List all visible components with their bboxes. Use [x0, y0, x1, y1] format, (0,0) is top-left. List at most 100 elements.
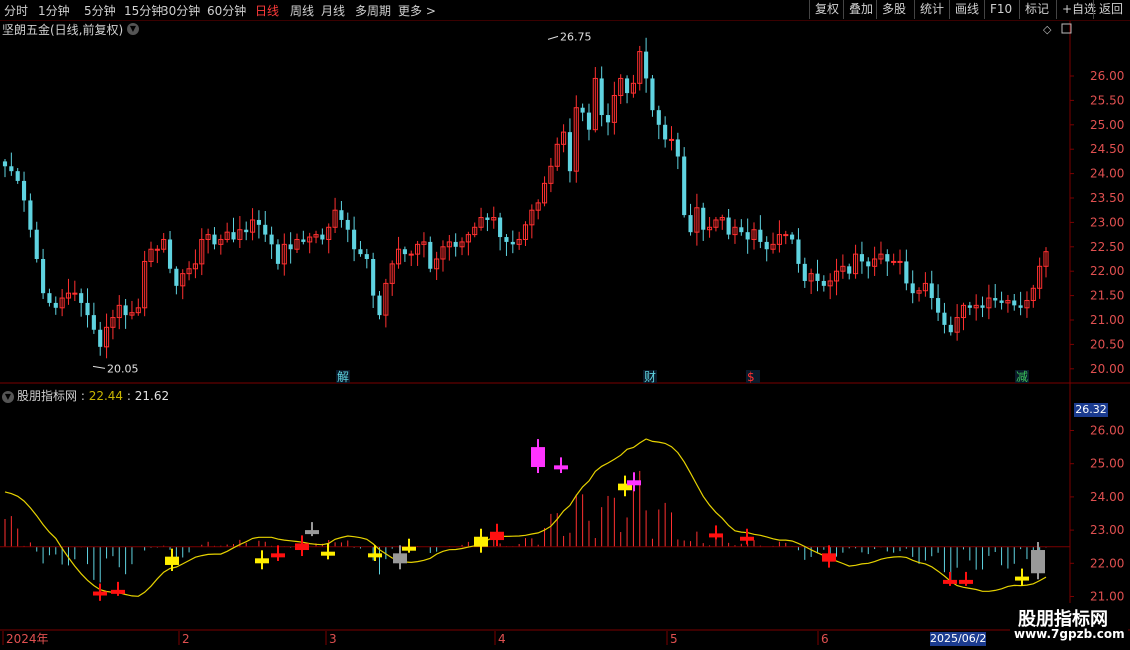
- period-tab-2[interactable]: 5分钟: [84, 2, 116, 19]
- candle-body: [821, 280, 826, 286]
- ind-tick-label: 23.00: [1090, 523, 1124, 537]
- candle-body: [79, 293, 84, 303]
- candle-body: [358, 249, 363, 255]
- candle-body: [904, 261, 909, 284]
- ind-tick-label: 22.00: [1090, 556, 1124, 570]
- y-tick-label: 23.50: [1090, 191, 1124, 205]
- candle-body: [663, 124, 668, 140]
- candle-body: [580, 107, 585, 113]
- site-watermark: 股朋指标网 www.7gpzb.com: [1010, 603, 1128, 647]
- y-tick-label: 24.50: [1090, 142, 1124, 156]
- period-tab-7[interactable]: 周线: [290, 2, 314, 19]
- candle-body: [656, 110, 661, 125]
- candle-body: [1012, 300, 1017, 306]
- period-tab-10[interactable]: 更多 >: [398, 2, 436, 19]
- y-tick-label: 22.50: [1090, 240, 1124, 254]
- y-tick-label: 20.00: [1090, 362, 1124, 376]
- signal-block: [474, 536, 488, 547]
- candle-body: [859, 254, 864, 262]
- price-chart[interactable]: 26.00 25.50 25.00 24.50 24.00 23.50 23.00 22.50…: [0, 20, 1130, 650]
- low-label: 20.05: [107, 362, 139, 375]
- candle-body: [123, 305, 128, 316]
- candle-body: [815, 273, 820, 281]
- candle-body: [2, 161, 8, 167]
- signal-block: [822, 553, 836, 562]
- candle-body: [364, 254, 369, 259]
- y-tick-label: 23.00: [1090, 215, 1124, 229]
- signal-block: [531, 447, 545, 468]
- signal-block: [93, 591, 107, 596]
- x-tick-label: 2: [182, 632, 190, 646]
- toolbar-button-4[interactable]: 画线: [949, 0, 984, 19]
- ind-tick-label: 26.00: [1090, 424, 1124, 438]
- y-tick-label: 22.00: [1090, 264, 1124, 278]
- candle-body: [967, 305, 972, 308]
- event-marker: $: [747, 370, 755, 384]
- y-tick-label: 24.00: [1090, 167, 1124, 181]
- candle-body: [377, 295, 382, 316]
- signal-block: [368, 553, 382, 558]
- indicator-value-2: 21.62: [134, 389, 170, 403]
- x-tick-label: 2024年: [6, 632, 49, 646]
- candle-body: [624, 78, 630, 94]
- signal-block: [111, 589, 125, 594]
- candle-body: [352, 229, 357, 250]
- toolbar-button-0[interactable]: 复权: [809, 0, 844, 19]
- candle-body: [485, 217, 490, 220]
- candle-body: [85, 302, 90, 316]
- candle-body: [942, 312, 947, 325]
- candle-body: [174, 268, 179, 286]
- ind-tick-label: 25.00: [1090, 457, 1124, 471]
- signal-block: [393, 553, 407, 564]
- candle-body: [783, 234, 789, 237]
- period-tab-1[interactable]: 1分钟: [38, 2, 70, 19]
- candle-body: [275, 244, 281, 264]
- candle-body: [726, 217, 731, 235]
- candle-body: [288, 244, 293, 250]
- candle-body: [402, 249, 407, 255]
- toolbar-button-1[interactable]: 叠加: [843, 0, 878, 19]
- signal-block: [165, 556, 179, 565]
- toolbar-button-3[interactable]: 统计: [914, 0, 949, 19]
- candle-body: [510, 241, 515, 245]
- y-tick-label: 21.00: [1090, 313, 1124, 327]
- candle-body: [244, 229, 249, 233]
- candle-body: [999, 300, 1004, 303]
- candle-body: [866, 261, 871, 267]
- period-tab-6[interactable]: 日线: [255, 2, 279, 19]
- candle-body: [47, 293, 52, 303]
- candle-body: [167, 239, 173, 269]
- toolbar-button-6[interactable]: 标记: [1019, 0, 1054, 19]
- y-tick-label: 21.50: [1090, 289, 1124, 303]
- candle-body: [701, 207, 706, 230]
- period-tab-5[interactable]: 60分钟: [207, 2, 246, 19]
- candle-body: [72, 292, 78, 295]
- candle-body: [567, 132, 572, 172]
- toolbar-button-8[interactable]: 返回: [1093, 0, 1128, 19]
- candle-body: [891, 260, 897, 263]
- toolbar-button-5[interactable]: F10: [984, 0, 1017, 19]
- signal-block: [1015, 576, 1029, 581]
- candle-body: [586, 112, 592, 130]
- signal-block: [402, 546, 416, 551]
- ind-tick-label: 24.00: [1090, 490, 1124, 504]
- period-tab-9[interactable]: 多周期: [355, 2, 391, 19]
- chevron-down-icon[interactable]: ▼: [2, 390, 14, 403]
- period-tab-4[interactable]: 30分钟: [161, 2, 200, 19]
- indicator-last-badge: 26.32: [1074, 403, 1108, 417]
- high-marker-line: [547, 35, 559, 40]
- candle-body: [339, 210, 344, 220]
- candle-body: [269, 234, 274, 245]
- candle-body: [408, 253, 414, 256]
- toolbar-button-2[interactable]: 多股: [876, 0, 911, 19]
- period-tab-3[interactable]: 15分钟: [124, 2, 163, 19]
- signal-block: [490, 531, 504, 541]
- event-marker: 减: [1016, 370, 1028, 384]
- period-tab-8[interactable]: 月线: [321, 2, 345, 19]
- candle-body: [936, 298, 941, 313]
- candle-body: [897, 260, 903, 263]
- candle-body: [993, 298, 998, 301]
- signal-block: [959, 579, 973, 584]
- period-tab-0[interactable]: 分时: [4, 2, 28, 19]
- indicator-title: ▼ 股朋指标网 : 22.44 : 21.62: [2, 387, 169, 404]
